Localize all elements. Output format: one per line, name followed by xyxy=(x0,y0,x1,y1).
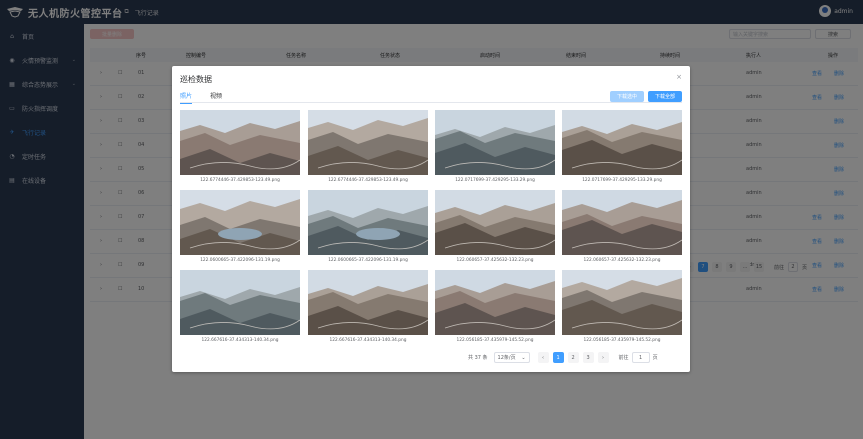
aerial-photo[interactable] xyxy=(180,270,300,335)
aerial-photo[interactable] xyxy=(308,190,428,255)
close-icon[interactable]: × xyxy=(676,73,682,81)
goto-unit: 页 xyxy=(652,355,658,361)
photo-filename: 122.6774446-37.429853-123.49.png xyxy=(200,178,280,183)
photo-card[interactable]: 122.0600665-37.422096-131.19.png xyxy=(180,190,300,263)
photo-filename: 122.0717699-37.429295-133.29.png xyxy=(455,178,535,183)
photo-card[interactable]: 122.0600665-37.422096-131.19.png xyxy=(308,190,428,263)
aerial-photo[interactable] xyxy=(308,110,428,175)
goto-page-input[interactable]: 1 xyxy=(631,352,650,363)
photo-card[interactable]: 122.667616-37.434313-140.34.png xyxy=(308,270,428,343)
photo-filename: 122.0600665-37.422096-131.19.png xyxy=(200,258,280,263)
photo-filename: 122.060657-37.425632-132.23.png xyxy=(456,258,534,263)
photo-filename: 122.6774446-37.429853-123.49.png xyxy=(328,178,408,183)
aerial-photo[interactable] xyxy=(435,190,555,255)
photo-filename: 122.0717699-37.429295-133.29.png xyxy=(582,178,662,183)
prev-page-button[interactable]: ‹ xyxy=(537,352,549,363)
dialog-title: 巡检数据 xyxy=(180,75,212,84)
photo-filename: 122.667616-37.434313-140.34.png xyxy=(329,338,407,343)
page-size-select[interactable]: 12条/页 ⌄ xyxy=(493,352,530,363)
photo-card[interactable]: 122.0717699-37.429295-133.29.png xyxy=(435,110,555,183)
photo-card[interactable]: 122.0717699-37.429295-133.29.png xyxy=(562,110,682,183)
photo-card[interactable]: 122.060657-37.425632-132.23.png xyxy=(435,190,555,263)
aerial-photo[interactable] xyxy=(180,110,300,175)
photo-card[interactable]: 122.056185-37.435979-145.52.png xyxy=(562,270,682,343)
aerial-photo[interactable] xyxy=(435,110,555,175)
photo-card[interactable]: 122.6774446-37.429853-123.49.png xyxy=(180,110,300,183)
chevron-down-icon: ⌄ xyxy=(521,354,526,361)
dialog-pagination: 共 37 条 12条/页 ⌄ ‹ 1 2 3 › 前往 1 页 xyxy=(468,352,658,363)
total-count: 共 37 条 xyxy=(468,355,488,361)
download-selected-button[interactable]: 下载选中 xyxy=(610,91,644,102)
next-page-button[interactable]: › xyxy=(597,352,609,363)
page-button[interactable]: 3 xyxy=(582,352,594,363)
photo-card[interactable]: 122.056185-37.435979-145.52.png xyxy=(435,270,555,343)
photo-filename: 122.060657-37.425632-132.23.png xyxy=(583,258,661,263)
photo-filename: 122.0600665-37.422096-131.19.png xyxy=(328,258,408,263)
inspection-data-dialog: 巡检数据 × 照片 视频 下载选中 下载全部 122.6774446-37.42… xyxy=(172,66,690,372)
photo-filename: 122.056185-37.435979-145.52.png xyxy=(583,338,661,343)
aerial-photo[interactable] xyxy=(562,270,682,335)
tabs-divider xyxy=(180,102,682,103)
photo-card[interactable]: 122.667616-37.434313-140.34.png xyxy=(180,270,300,343)
aerial-photo[interactable] xyxy=(180,190,300,255)
page-size-value: 12条/页 xyxy=(497,355,516,361)
aerial-photo[interactable] xyxy=(562,190,682,255)
page-button[interactable]: 2 xyxy=(567,352,579,363)
photo-filename: 122.056185-37.435979-145.52.png xyxy=(456,338,534,343)
photo-card[interactable]: 122.060657-37.425632-132.23.png xyxy=(562,190,682,263)
goto-page: 前往 1 页 xyxy=(619,352,658,363)
photo-card[interactable]: 122.6774446-37.429853-123.49.png xyxy=(308,110,428,183)
aerial-photo[interactable] xyxy=(562,110,682,175)
goto-label: 前往 xyxy=(618,355,629,361)
download-all-button[interactable]: 下载全部 xyxy=(648,91,682,102)
aerial-photo[interactable] xyxy=(308,270,428,335)
aerial-photo[interactable] xyxy=(435,270,555,335)
page-button[interactable]: 1 xyxy=(552,352,564,363)
photo-filename: 122.667616-37.434313-140.34.png xyxy=(201,338,279,343)
